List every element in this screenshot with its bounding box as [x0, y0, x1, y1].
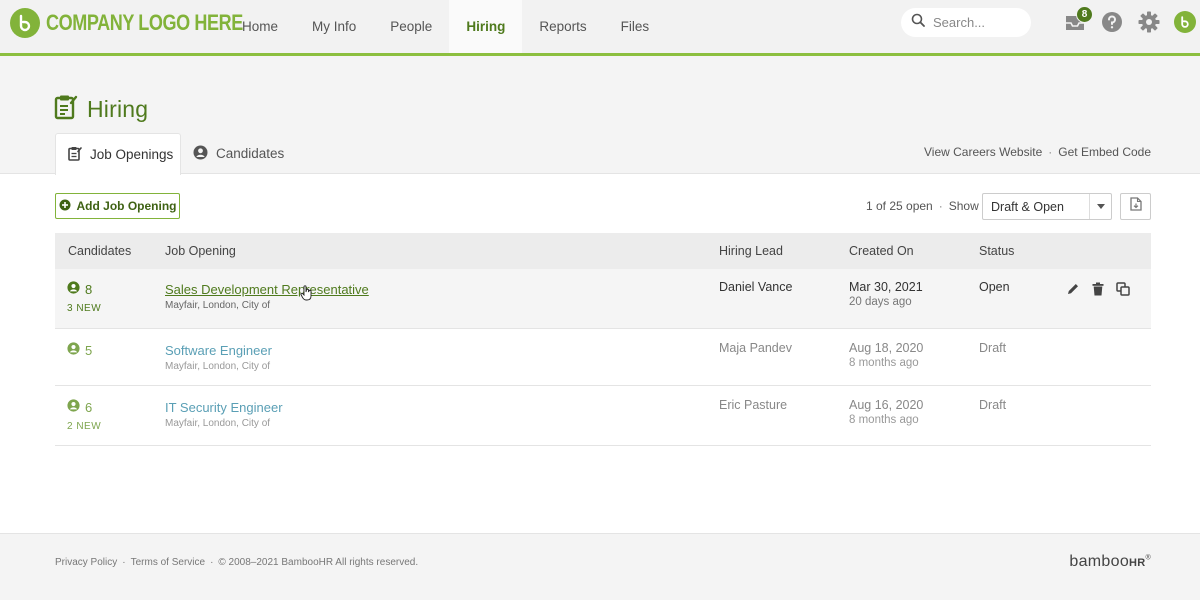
job-location: Mayfair, London, City of	[165, 300, 271, 311]
header-links: View Careers Website · Get Embed Code	[924, 145, 1151, 159]
top-navigation-bar: COMPANY LOGO HERE Home My Info People Hi…	[0, 0, 1200, 56]
registered-mark: ®	[1145, 554, 1151, 562]
separator: ·	[122, 557, 126, 568]
job-opening-link[interactable]: IT Security Engineer	[165, 400, 283, 415]
page-title: Hiring	[54, 94, 148, 125]
inbox-count-badge: 8	[1076, 6, 1093, 23]
plus-circle-icon	[59, 199, 71, 214]
column-job-opening[interactable]: Job Opening	[165, 244, 236, 258]
privacy-policy-link[interactable]: Privacy Policy	[55, 557, 117, 568]
export-file-icon	[1129, 197, 1142, 216]
nav-people[interactable]: People	[373, 0, 449, 53]
edit-pencil-icon[interactable]	[1065, 281, 1081, 297]
created-date: Mar 30, 2021	[849, 280, 923, 294]
search-input[interactable]	[933, 15, 1028, 30]
candidate-count-number: 8	[85, 281, 93, 297]
new-candidates-badge[interactable]: 2 NEW	[67, 421, 101, 432]
gear-icon[interactable]	[1137, 10, 1161, 34]
main-nav: Home My Info People Hiring Reports Files	[225, 0, 666, 53]
tab-job-openings[interactable]: Job Openings	[55, 133, 181, 175]
job-opening-link[interactable]: Sales Development Representative	[165, 282, 369, 297]
job-opening-link[interactable]: Software Engineer	[165, 343, 272, 358]
job-openings-icon	[68, 146, 82, 164]
footer: Privacy Policy · Terms of Service · © 20…	[0, 533, 1200, 600]
tab-label: Candidates	[216, 146, 285, 161]
tab-candidates[interactable]: Candidates	[193, 133, 284, 174]
status-text: Open	[979, 280, 1010, 294]
row-actions	[1065, 281, 1131, 297]
terms-of-service-link[interactable]: Terms of Service	[131, 557, 205, 568]
view-careers-website-link[interactable]: View Careers Website	[924, 145, 1042, 159]
nav-my-info[interactable]: My Info	[295, 0, 373, 53]
table-row[interactable]: 6 2 NEW IT Security Engineer Mayfair, Lo…	[55, 386, 1151, 446]
hiring-lead: Daniel Vance	[719, 280, 793, 294]
separator: ·	[1048, 145, 1053, 159]
created-ago: 20 days ago	[849, 296, 912, 308]
status-filter-select[interactable]: Draft & Open	[982, 193, 1112, 220]
search-box[interactable]	[901, 8, 1031, 37]
table-row[interactable]: 8 3 NEW Sales Development Representative…	[55, 269, 1151, 329]
bamboo-logo-icon	[10, 8, 40, 38]
separator: ·	[938, 199, 943, 213]
column-hiring-lead[interactable]: Hiring Lead	[719, 244, 783, 258]
table-row[interactable]: 5 Software Engineer Mayfair, London, Cit…	[55, 329, 1151, 386]
get-embed-code-link[interactable]: Get Embed Code	[1058, 145, 1151, 159]
separator: ·	[210, 557, 214, 568]
show-label: Show	[948, 199, 979, 213]
nav-reports[interactable]: Reports	[522, 0, 603, 53]
open-count-text: 1 of 25 open	[866, 199, 933, 213]
search-icon	[911, 13, 925, 32]
column-candidates[interactable]: Candidates	[68, 244, 131, 258]
copyright-text: © 2008–2021 BambooHR All rights reserved…	[218, 557, 419, 568]
hiring-lead: Maja Pandev	[719, 341, 792, 355]
logo-text: COMPANY LOGO HERE	[46, 10, 243, 35]
created-date: Aug 18, 2020	[849, 341, 924, 355]
nav-hiring[interactable]: Hiring	[449, 0, 523, 53]
person-icon	[193, 145, 208, 163]
add-job-opening-label: Add Job Opening	[76, 199, 177, 213]
nav-files[interactable]: Files	[604, 0, 667, 53]
job-location: Mayfair, London, City of	[165, 418, 271, 429]
created-ago: 8 months ago	[849, 357, 919, 369]
page-title-text: Hiring	[87, 96, 149, 122]
duplicate-icon[interactable]	[1115, 281, 1131, 297]
status-text: Draft	[979, 341, 1007, 355]
created-date: Aug 16, 2020	[849, 398, 924, 412]
person-icon	[67, 342, 80, 358]
profile-avatar[interactable]	[1173, 10, 1197, 34]
open-count: 1 of 25 open · Show	[866, 199, 979, 213]
bamboohr-logo[interactable]: bambooHR®	[1069, 553, 1151, 571]
caret-down-icon	[1089, 194, 1111, 219]
add-job-opening-button[interactable]: Add Job Opening	[55, 193, 180, 219]
bamboohr-logo-hr: HR	[1129, 557, 1146, 569]
hiring-lead: Eric Pasture	[719, 398, 788, 412]
export-button[interactable]	[1120, 193, 1151, 220]
candidate-count-number: 6	[85, 399, 93, 415]
mouse-cursor-icon	[300, 285, 314, 304]
status-filter-value: Draft & Open	[991, 199, 1064, 214]
candidate-count[interactable]: 8	[67, 281, 92, 297]
tab-label: Job Openings	[90, 147, 174, 162]
new-candidates-badge[interactable]: 3 NEW	[67, 303, 101, 314]
hiring-clipboard-icon	[54, 94, 78, 125]
person-icon	[67, 281, 80, 297]
candidate-count-number: 5	[85, 342, 93, 358]
column-created-on[interactable]: Created On	[849, 244, 914, 258]
help-icon[interactable]	[1100, 10, 1124, 34]
bamboohr-logo-main: bamboo	[1069, 553, 1130, 570]
delete-trash-icon[interactable]	[1090, 281, 1106, 297]
footer-links: Privacy Policy · Terms of Service · © 20…	[55, 557, 418, 568]
candidate-count[interactable]: 5	[67, 342, 92, 358]
table-header: Candidates Job Opening Hiring Lead Creat…	[55, 233, 1151, 269]
column-status[interactable]: Status	[979, 244, 1014, 258]
status-text: Draft	[979, 398, 1007, 412]
created-ago: 8 months ago	[849, 414, 919, 426]
job-location: Mayfair, London, City of	[165, 361, 271, 372]
person-icon	[67, 399, 80, 415]
candidate-count[interactable]: 6	[67, 399, 92, 415]
bamboo-logo-icon	[1174, 11, 1196, 33]
nav-home[interactable]: Home	[225, 0, 295, 53]
